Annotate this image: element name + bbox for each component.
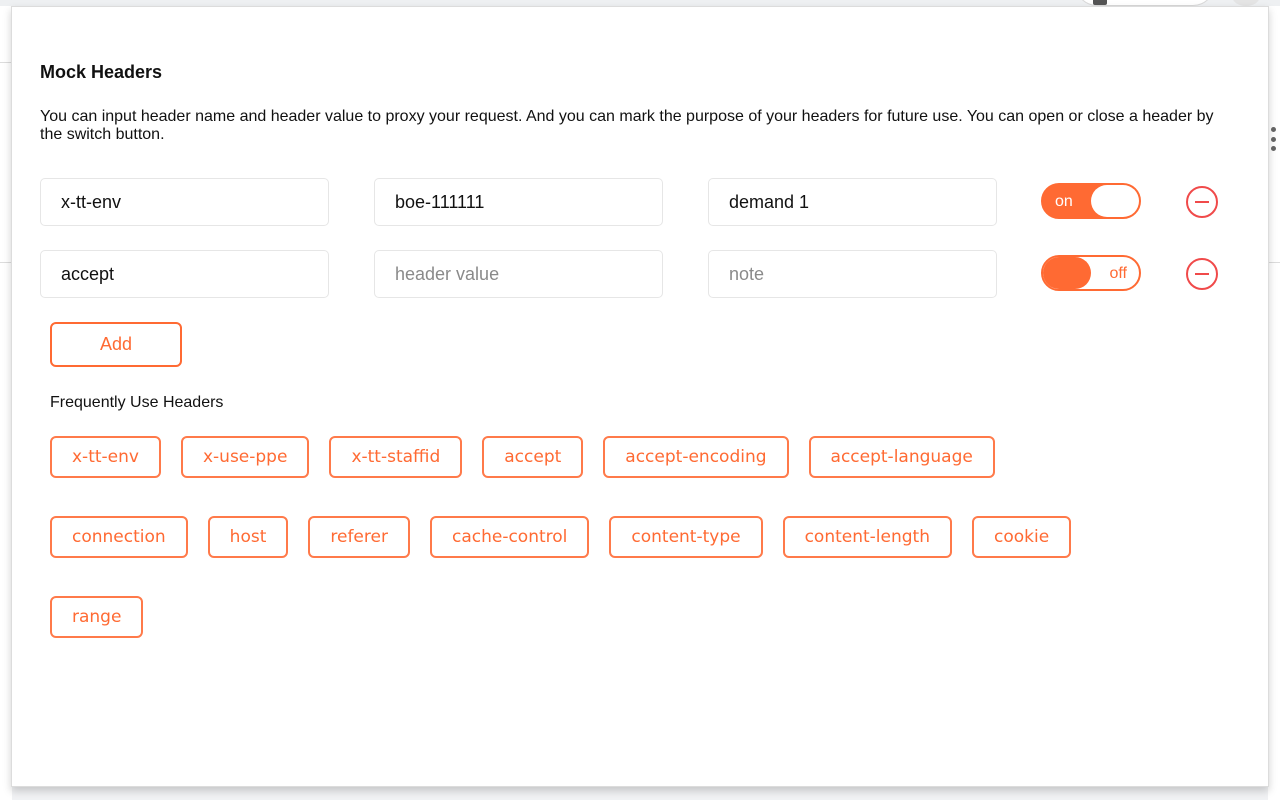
header-name-input[interactable]: [40, 178, 329, 226]
switch-knob: [1091, 185, 1139, 217]
page-background-right: [1268, 6, 1280, 800]
background-divider: [0, 262, 11, 263]
frequent-header-chip[interactable]: cookie: [972, 516, 1072, 558]
frequent-header-chip[interactable]: host: [207, 516, 289, 558]
header-enable-switch[interactable]: on: [1041, 183, 1141, 219]
switch-knob: [1043, 257, 1091, 289]
frequent-header-chip[interactable]: referer: [308, 516, 410, 558]
frequent-header-chip[interactable]: range: [50, 596, 144, 638]
header-note-input[interactable]: [708, 250, 997, 298]
header-value-input[interactable]: [374, 250, 663, 298]
background-divider: [1269, 262, 1280, 263]
panel-title: Mock Headers: [40, 62, 163, 82]
frequent-headers-list: x-tt-env x-use-ppe x-tt-staffid accept a…: [50, 436, 1180, 638]
kebab-menu-icon[interactable]: [1270, 127, 1276, 151]
header-value-input[interactable]: [374, 178, 663, 226]
frequent-header-chip[interactable]: connection: [50, 516, 188, 558]
switch-label: on: [1055, 193, 1073, 210]
frequent-header-chip[interactable]: x-tt-staffid: [329, 436, 463, 478]
add-header-button[interactable]: Add: [50, 322, 182, 367]
header-row: off: [40, 250, 1240, 298]
header-row: on: [40, 178, 1240, 226]
minus-circle-icon[interactable]: [1186, 258, 1218, 290]
frequent-header-chip[interactable]: accept-encoding: [603, 436, 789, 478]
switch-label: off: [1109, 265, 1128, 282]
minus-circle-icon[interactable]: [1186, 186, 1218, 218]
header-note-input[interactable]: [708, 178, 997, 226]
frequent-header-chip[interactable]: accept-language: [808, 436, 995, 478]
frequent-header-chip[interactable]: x-use-ppe: [180, 436, 310, 478]
extension-icon: [1093, 0, 1107, 5]
header-name-input[interactable]: [40, 250, 329, 298]
frequent-header-chip[interactable]: cache-control: [429, 516, 590, 558]
background-divider: [0, 62, 11, 63]
frequent-headers-title: Frequently Use Headers: [50, 394, 224, 411]
panel-description: You can input header name and header val…: [40, 108, 1214, 143]
frequent-header-chip[interactable]: accept: [482, 436, 584, 478]
header-enable-switch[interactable]: off: [1041, 255, 1141, 291]
frequent-header-chip[interactable]: content-length: [782, 516, 952, 558]
frequent-header-chip[interactable]: content-type: [609, 516, 763, 558]
frequent-header-chip[interactable]: x-tt-env: [50, 436, 161, 478]
